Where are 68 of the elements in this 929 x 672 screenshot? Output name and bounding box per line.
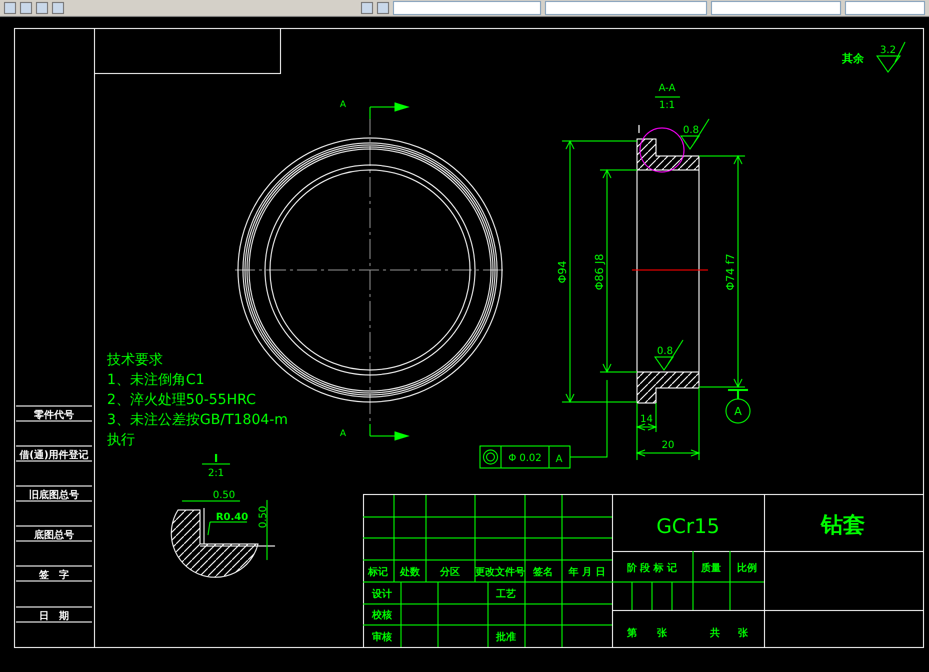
signoff-label: 工艺 [496, 589, 516, 600]
toolbar-icon[interactable] [20, 2, 32, 14]
requirement-text: 执行 [107, 432, 135, 448]
section-label: A [340, 100, 346, 110]
concentricity-icon [483, 450, 498, 464]
roughness-value: 3.2 [880, 45, 896, 56]
side-label: 零件代号 [34, 410, 74, 421]
detail-marker: I [637, 123, 641, 136]
header-label: 处数 [400, 567, 420, 578]
dropdown-field[interactable] [545, 1, 707, 15]
section-arrow [370, 102, 410, 120]
dimension-text: 14 [640, 414, 653, 425]
dimension-text: 20 [662, 440, 674, 451]
view-title: I [214, 452, 218, 465]
roughness-value: 0.8 [683, 125, 699, 136]
header-label: 签名 [533, 567, 553, 578]
datum-label: A [556, 454, 562, 465]
dimension-text: Φ74 f7 [724, 253, 737, 291]
material-text: GCr15 [656, 514, 720, 538]
sheet-label: 张 [657, 628, 667, 639]
sheet-label: 第 [627, 628, 637, 639]
part-name: 钻套 [821, 513, 865, 538]
sheet-label: 张 [738, 628, 748, 639]
roughness-note: 其余 [842, 52, 864, 65]
tolerance-value: Φ 0.02 [508, 453, 542, 464]
dropdown-field[interactable] [393, 1, 541, 15]
signoff-label: 设计 [372, 589, 392, 600]
header-label: 年 月 日 [568, 567, 606, 578]
side-label: 借(通)用件登记 [19, 450, 89, 461]
signoff-label: 校核 [372, 610, 392, 621]
side-label: 日 期 [39, 611, 69, 622]
requirement-text: 3、未注公差按GB/T1804-m [107, 412, 288, 428]
section-arrow [370, 424, 410, 440]
datum-label: A [734, 405, 742, 418]
dimension-text: R0.40 [216, 512, 248, 523]
scale-label: 比例 [737, 563, 757, 574]
requirement-text: 1、未注倒角C1 [107, 372, 205, 388]
requirements-title: 技术要求 [107, 352, 163, 368]
toolbar-icon[interactable] [4, 2, 16, 14]
roughness-symbol [876, 42, 906, 72]
dimension-text: Φ94 [556, 260, 569, 284]
datum-symbol [726, 389, 750, 424]
side-label: 底图总号 [34, 530, 74, 541]
view-title: A-A [658, 83, 676, 94]
side-label: 旧底图总号 [29, 490, 79, 501]
view-scale: 2:1 [208, 468, 224, 479]
sheet-label: 共 [710, 628, 720, 639]
header-label: 分区 [440, 567, 460, 578]
header-label: 标记 [368, 567, 388, 578]
header-label: 更改文件号 [475, 567, 525, 578]
dropdown-field[interactable] [711, 1, 841, 15]
section-label: A [340, 429, 346, 439]
dimension-text: 0.50 [212, 490, 236, 501]
toolbar-icon[interactable] [36, 2, 48, 14]
dimension-text: Φ86 J8 [593, 254, 606, 290]
view-scale: 1:1 [658, 100, 676, 111]
toolbar-icon[interactable] [361, 2, 373, 14]
requirement-text: 2、淬火处理50-55HRC [107, 392, 256, 408]
signoff-label: 批准 [496, 632, 516, 643]
dimension-text: 0.50 [258, 506, 269, 528]
dropdown-field[interactable] [845, 1, 925, 15]
roughness-value: 0.8 [657, 346, 673, 357]
toolbar-icon[interactable] [377, 2, 389, 14]
side-label: 签 字 [39, 570, 69, 581]
mass-label: 质量 [701, 563, 721, 574]
stage-label: 阶 段 标 记 [626, 563, 678, 574]
toolbar-icon[interactable] [52, 2, 64, 14]
signoff-label: 审核 [372, 632, 392, 643]
